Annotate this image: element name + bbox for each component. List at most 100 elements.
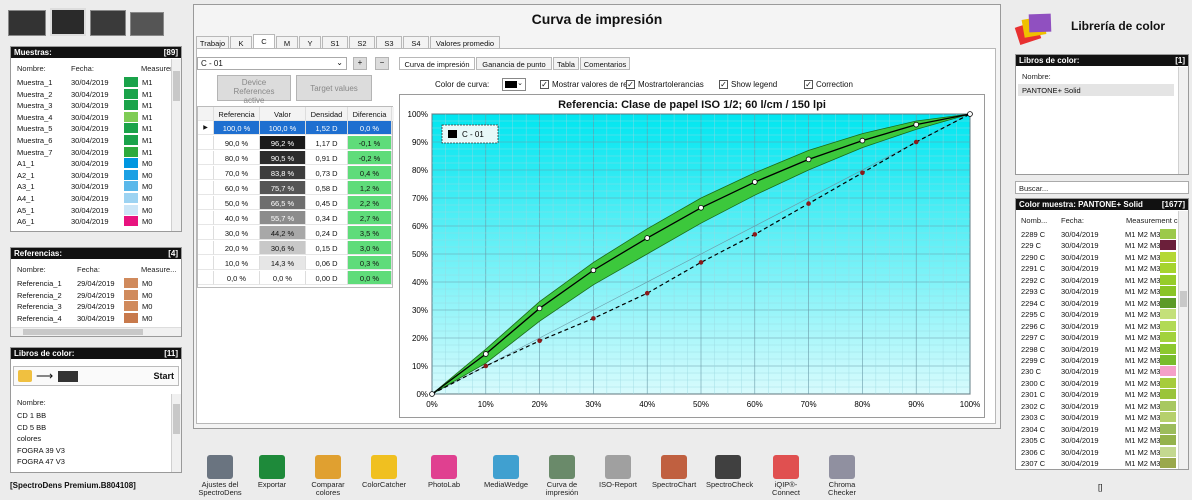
- row-indicator[interactable]: [198, 256, 214, 270]
- row-indicator[interactable]: [198, 136, 214, 150]
- cell-referencia[interactable]: 90,0 %: [214, 136, 260, 150]
- cell-valor[interactable]: 96,2 %: [260, 136, 306, 150]
- cell-referencia[interactable]: 60,0 %: [214, 181, 260, 195]
- row-indicator[interactable]: ▶: [198, 121, 214, 135]
- target-values-button[interactable]: Target values: [296, 75, 372, 101]
- device-icon-1[interactable]: [8, 10, 46, 36]
- libro-row[interactable]: FOGRA 39 V3: [11, 444, 176, 456]
- pantone-row[interactable]: 2303 C 30/04/2019 M1 M2 M3 M0: [1016, 411, 1178, 423]
- row-indicator[interactable]: [198, 241, 214, 255]
- cell-diferencia[interactable]: 2,2 %: [348, 196, 392, 210]
- subtab-1[interactable]: Ganancia de punto: [476, 57, 552, 70]
- libros-left-list[interactable]: CD 1 BB CD 5 BB colores FOGRA 39 V3 FOGRA 47…: [11, 409, 176, 469]
- muestra-row[interactable]: Muestra_4 30/04/2019 M1: [11, 111, 171, 123]
- pantone-row[interactable]: 2298 C 30/04/2019 M1 M2 M3 M0: [1016, 343, 1178, 355]
- cell-referencia[interactable]: 0,0 %: [214, 271, 260, 285]
- cell-valor[interactable]: 66,5 %: [260, 196, 306, 210]
- cell-diferencia[interactable]: -0,2 %: [348, 151, 392, 165]
- muestra-row[interactable]: Muestra_5 30/04/2019 M1: [11, 122, 171, 134]
- row-indicator[interactable]: [198, 181, 214, 195]
- libros-right-item[interactable]: PANTONE+ Solid: [1018, 84, 1174, 96]
- cell-densidad[interactable]: 0,45 D: [306, 196, 348, 210]
- cell-densidad[interactable]: 0,73 D: [306, 166, 348, 180]
- libros-right-scrollbar[interactable]: [1178, 67, 1188, 174]
- cell-referencia[interactable]: 30,0 %: [214, 226, 260, 240]
- add-button[interactable]: +: [353, 57, 367, 70]
- cell-diferencia[interactable]: 0,3 %: [348, 256, 392, 270]
- cell-valor[interactable]: 30,6 %: [260, 241, 306, 255]
- spectrocheck-button[interactable]: SpectroCheck: [706, 455, 753, 489]
- libro-row[interactable]: CD 5 BB: [11, 421, 176, 433]
- pantone-row[interactable]: 2291 C 30/04/2019 M1 M2 M3 M0: [1016, 262, 1178, 274]
- cell-valor[interactable]: 44,2 %: [260, 226, 306, 240]
- muestra-row[interactable]: Muestra_6 30/04/2019 M1: [11, 134, 171, 146]
- pantone-row[interactable]: 2305 C 30/04/2019 M1 M2 M3 M0: [1016, 434, 1178, 446]
- cell-densidad[interactable]: 0,00 D: [306, 271, 348, 285]
- curve-color-picker[interactable]: ⌄: [502, 78, 526, 91]
- pantone-row[interactable]: 2293 C 30/04/2019 M1 M2 M3 M0: [1016, 285, 1178, 297]
- cell-valor[interactable]: 0,0 %: [260, 271, 306, 285]
- muestra-row[interactable]: Muestra_1 30/04/2019 M1: [11, 76, 171, 88]
- muestra-row[interactable]: Muestra_2 30/04/2019 M1: [11, 88, 171, 100]
- muestra-row[interactable]: A6_1 30/04/2019 M0: [11, 215, 171, 227]
- remove-button[interactable]: −: [375, 57, 389, 70]
- row-indicator[interactable]: [198, 151, 214, 165]
- muestra-row[interactable]: Muestra_3 30/04/2019 M1: [11, 99, 171, 111]
- libro-row[interactable]: CD 1 BB: [11, 409, 176, 421]
- referencia-row[interactable]: Referencia_3 29/04/2019 M0: [11, 300, 176, 312]
- photolab-button[interactable]: PhotoLab: [422, 455, 466, 489]
- curve-select[interactable]: C - 01 ⌄: [197, 57, 347, 70]
- referencia-row[interactable]: Referencia_1 29/04/2019 M0: [11, 277, 176, 289]
- mediawedge-button[interactable]: MediaWedge: [484, 455, 528, 489]
- cell-valor[interactable]: 100,0 %: [260, 121, 306, 135]
- cell-valor[interactable]: 83,8 %: [260, 166, 306, 180]
- row-indicator[interactable]: [198, 166, 214, 180]
- isoreport-button[interactable]: ISO-Report: [596, 455, 640, 489]
- pantone-row[interactable]: 2304 C 30/04/2019 M1 M2 M3 M0: [1016, 423, 1178, 435]
- show-legend-checkbox[interactable]: ✓: [719, 80, 728, 89]
- muestra-row[interactable]: A3_1 30/04/2019 M0: [11, 180, 171, 192]
- subtab-0[interactable]: Curva de impresión: [399, 57, 475, 70]
- comparar-button[interactable]: Comparar colores: [306, 455, 350, 497]
- device-icon-3[interactable]: [90, 10, 126, 36]
- row-indicator[interactable]: [198, 271, 214, 285]
- cell-densidad[interactable]: 1,52 D: [306, 121, 348, 135]
- cell-referencia[interactable]: 40,0 %: [214, 211, 260, 225]
- cell-valor[interactable]: 55,7 %: [260, 211, 306, 225]
- referencias-hscrollbar[interactable]: [11, 327, 181, 336]
- show-tolerances-checkbox[interactable]: ✓: [626, 80, 635, 89]
- cell-densidad[interactable]: 0,24 D: [306, 226, 348, 240]
- cell-diferencia[interactable]: 3,5 %: [348, 226, 392, 240]
- referencias-list[interactable]: Referencia_1 29/04/2019 M0 Referencia_2 29/0…: [11, 277, 176, 327]
- cell-densidad[interactable]: 0,15 D: [306, 241, 348, 255]
- pantone-row[interactable]: 2295 C 30/04/2019 M1 M2 M3 M0: [1016, 308, 1178, 320]
- tab-c[interactable]: C: [253, 34, 275, 49]
- cell-densidad[interactable]: 0,91 D: [306, 151, 348, 165]
- row-indicator[interactable]: [198, 211, 214, 225]
- muestras-scrollbar[interactable]: [171, 59, 181, 231]
- muestra-row[interactable]: A5_1 30/04/2019 M0: [11, 204, 171, 216]
- cell-referencia[interactable]: 20,0 %: [214, 241, 260, 255]
- cell-diferencia[interactable]: -0,1 %: [348, 136, 392, 150]
- cell-referencia[interactable]: 80,0 %: [214, 151, 260, 165]
- pantone-row[interactable]: 2297 C 30/04/2019 M1 M2 M3 M0: [1016, 331, 1178, 343]
- pantone-row[interactable]: 2300 C 30/04/2019 M1 M2 M3 M0: [1016, 377, 1178, 389]
- muestras-list[interactable]: Muestra_1 30/04/2019 M1 Muestra_2 30/04/2019…: [11, 76, 171, 227]
- cell-densidad[interactable]: 1,17 D: [306, 136, 348, 150]
- show-values-checkbox[interactable]: ✓: [540, 80, 549, 89]
- correction-checkbox[interactable]: ✓: [804, 80, 813, 89]
- muestra-row[interactable]: A2_1 30/04/2019 M0: [11, 169, 171, 181]
- libro-row[interactable]: colores: [11, 432, 176, 444]
- cell-valor[interactable]: 14,3 %: [260, 256, 306, 270]
- cell-referencia[interactable]: 10,0 %: [214, 256, 260, 270]
- muestra-row[interactable]: Muestra_7 30/04/2019 M1: [11, 146, 171, 158]
- cell-diferencia[interactable]: 2,7 %: [348, 211, 392, 225]
- cell-diferencia[interactable]: 0,0 %: [348, 121, 392, 135]
- pantone-row[interactable]: 2306 C 30/04/2019 M1 M2 M3 M0: [1016, 446, 1178, 458]
- cell-diferencia[interactable]: 1,2 %: [348, 181, 392, 195]
- cell-valor[interactable]: 90,5 %: [260, 151, 306, 165]
- pantone-row[interactable]: 2299 C 30/04/2019 M1 M2 M3 M0: [1016, 354, 1178, 366]
- search-input[interactable]: Buscar...: [1015, 181, 1189, 194]
- cell-referencia[interactable]: 100,0 %: [214, 121, 260, 135]
- device-references-button[interactable]: Device References active: [217, 75, 291, 105]
